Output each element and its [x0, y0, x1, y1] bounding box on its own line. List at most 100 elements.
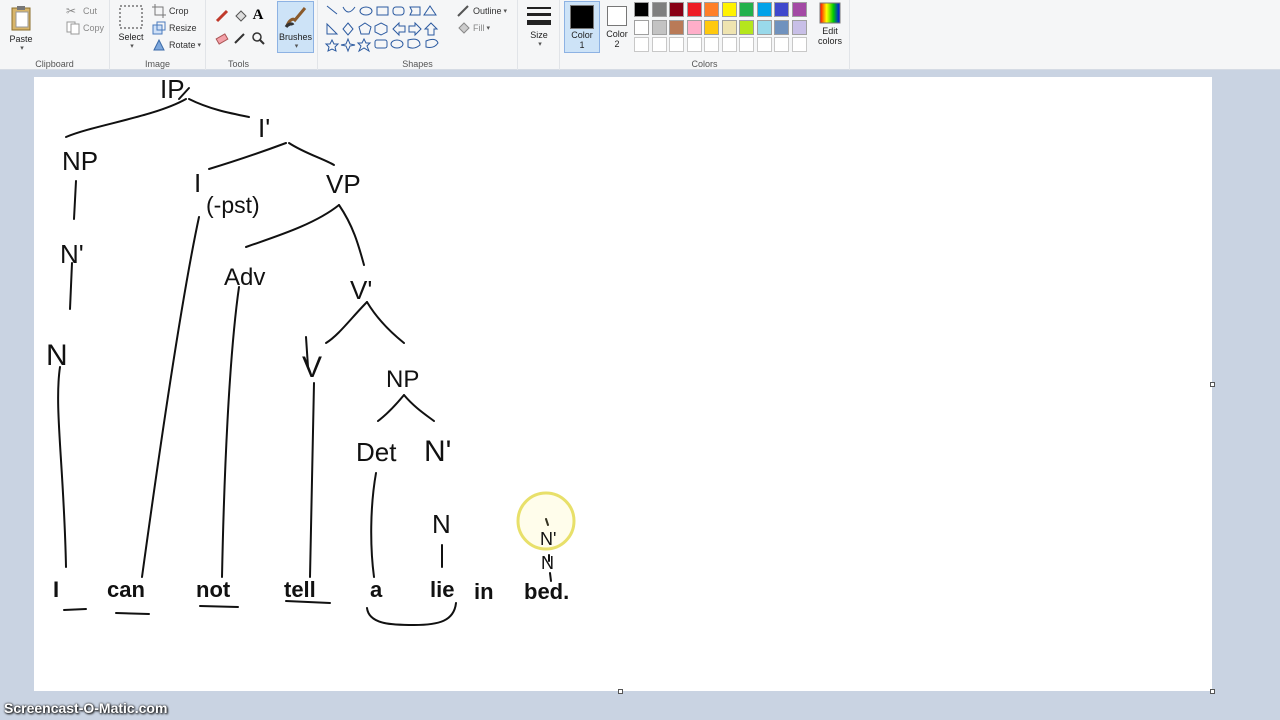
fill-dropdown-icon: ▾ — [486, 25, 491, 32]
word-not: not — [196, 577, 231, 602]
resize-handle-corner[interactable] — [1210, 689, 1215, 694]
drawing-canvas[interactable]: IP I' NP I (-pst) VP N' Adv V' N V NP De… — [34, 77, 1215, 694]
palette-swatch[interactable] — [756, 19, 772, 35]
palette-swatch[interactable] — [634, 2, 649, 17]
palette-swatch[interactable] — [651, 37, 667, 52]
node-n-1: N — [46, 339, 68, 372]
node-det: Det — [356, 437, 397, 467]
fill-icon — [456, 21, 470, 35]
rotate-button[interactable]: Rotate ▾ — [152, 38, 201, 52]
copy-button[interactable]: Copy — [66, 21, 104, 35]
word-i: I — [53, 577, 59, 602]
palette-swatch[interactable] — [721, 19, 737, 35]
palette-swatch[interactable] — [686, 19, 702, 35]
palette-swatch[interactable] — [651, 2, 667, 17]
eraser-icon[interactable] — [214, 30, 230, 46]
color1-button[interactable]: Color 1 — [564, 1, 600, 53]
node-vp: VP — [326, 169, 361, 199]
palette-swatch[interactable] — [791, 19, 807, 35]
node-n-bar-2: N' — [424, 435, 451, 468]
brush-icon — [284, 7, 306, 28]
clipboard-group: Paste ▾ ✂ Cut Copy Clipboard — [0, 0, 110, 70]
brushes-button[interactable]: Brushes ▾ — [277, 1, 314, 53]
palette-swatch[interactable] — [669, 2, 684, 17]
palette-swatch[interactable] — [739, 2, 754, 17]
palette-swatch[interactable] — [791, 37, 807, 52]
size-group: Size ▾ — [518, 0, 560, 70]
text-tool-icon[interactable]: A — [250, 7, 266, 23]
watermark: Screencast-O-Matic.com — [4, 700, 168, 716]
node-np-2: NP — [386, 366, 419, 393]
node-n-3: N — [541, 553, 554, 573]
select-dropdown-icon: ▾ — [130, 43, 134, 50]
palette-swatch[interactable] — [739, 37, 754, 52]
outline-button[interactable]: Outline ▾ — [456, 4, 507, 18]
size-button[interactable]: Size ▾ — [522, 4, 556, 48]
color2-button[interactable]: Color 2 — [602, 1, 632, 53]
copy-icon — [66, 21, 80, 35]
tools-group: A Tools Brushes ▾ — [206, 0, 318, 70]
shapes-group: Outline ▾ Fill ▾ Shapes — [318, 0, 518, 70]
resize-icon — [152, 21, 166, 35]
node-v: V — [302, 351, 322, 384]
shapes-gallery[interactable] — [324, 3, 449, 53]
word-tell: tell — [284, 577, 316, 602]
word-can: can — [107, 577, 145, 602]
palette-swatch[interactable] — [704, 2, 719, 17]
palette-swatch[interactable] — [634, 19, 649, 35]
palette-swatch[interactable] — [686, 37, 702, 52]
palette-swatch[interactable] — [704, 37, 719, 52]
colors-group: Color 1 Color 2 Edit colors Colors — [560, 0, 850, 70]
color1-swatch — [570, 5, 594, 29]
rotate-icon — [152, 38, 166, 52]
palette-swatch[interactable] — [791, 2, 807, 17]
cut-button[interactable]: ✂ Cut — [66, 4, 97, 18]
palette-swatch[interactable] — [686, 2, 702, 17]
palette-swatch[interactable] — [651, 19, 667, 35]
node-ip: IP — [160, 77, 185, 104]
palette-swatch[interactable] — [739, 19, 754, 35]
node-np: NP — [62, 146, 98, 176]
color-wheel-icon — [819, 2, 841, 24]
color-picker-icon[interactable] — [232, 30, 248, 46]
node-n-2: N — [432, 509, 451, 539]
palette-swatch[interactable] — [669, 19, 684, 35]
resize-handle-bottom[interactable] — [618, 689, 623, 694]
node-i: I — [194, 168, 201, 198]
palette-swatch[interactable] — [774, 19, 789, 35]
palette-swatch[interactable] — [756, 37, 772, 52]
palette-swatch[interactable] — [634, 37, 649, 52]
paste-button[interactable]: Paste ▾ — [6, 4, 36, 52]
crop-button[interactable]: Crop — [152, 4, 189, 18]
select-button[interactable]: Select ▾ — [116, 4, 146, 50]
palette-swatch[interactable] — [721, 37, 737, 52]
select-icon — [119, 5, 143, 29]
word-bed: bed. — [524, 579, 569, 604]
tree-nodes: IP I' NP I (-pst) VP N' Adv V' N V NP De… — [46, 77, 556, 573]
node-pst: (-pst) — [206, 192, 260, 218]
palette-swatch[interactable] — [669, 37, 684, 52]
palette-swatch[interactable] — [704, 19, 719, 35]
node-n-bar-1: N' — [60, 239, 84, 269]
size-dropdown-icon: ▾ — [538, 41, 542, 48]
paste-icon — [11, 6, 31, 31]
word-lie: lie — [430, 577, 454, 602]
node-i-bar: I' — [258, 113, 270, 143]
fill-button[interactable]: Fill ▾ — [456, 21, 490, 35]
node-n-bar-3: N' — [540, 529, 556, 549]
outline-dropdown-icon: ▾ — [503, 8, 508, 15]
edit-colors-button[interactable]: Edit colors — [812, 2, 848, 46]
sentence: I can not tell a lie in bed. — [53, 577, 569, 604]
palette-swatch[interactable] — [721, 2, 737, 17]
pencil-icon[interactable] — [214, 8, 230, 24]
palette-swatch[interactable] — [756, 2, 772, 17]
magnifier-icon[interactable] — [250, 30, 266, 46]
fill-bucket-icon[interactable] — [232, 8, 248, 24]
palette-swatch[interactable] — [774, 37, 789, 52]
resize-button[interactable]: Resize — [152, 21, 197, 35]
resize-handle-right[interactable] — [1210, 382, 1215, 387]
image-group: Select ▾ Crop Resize Rotate ▾ Image — [110, 0, 206, 70]
outline-icon — [456, 4, 470, 18]
palette-swatch[interactable] — [774, 2, 789, 17]
line-size-icon — [527, 7, 551, 25]
